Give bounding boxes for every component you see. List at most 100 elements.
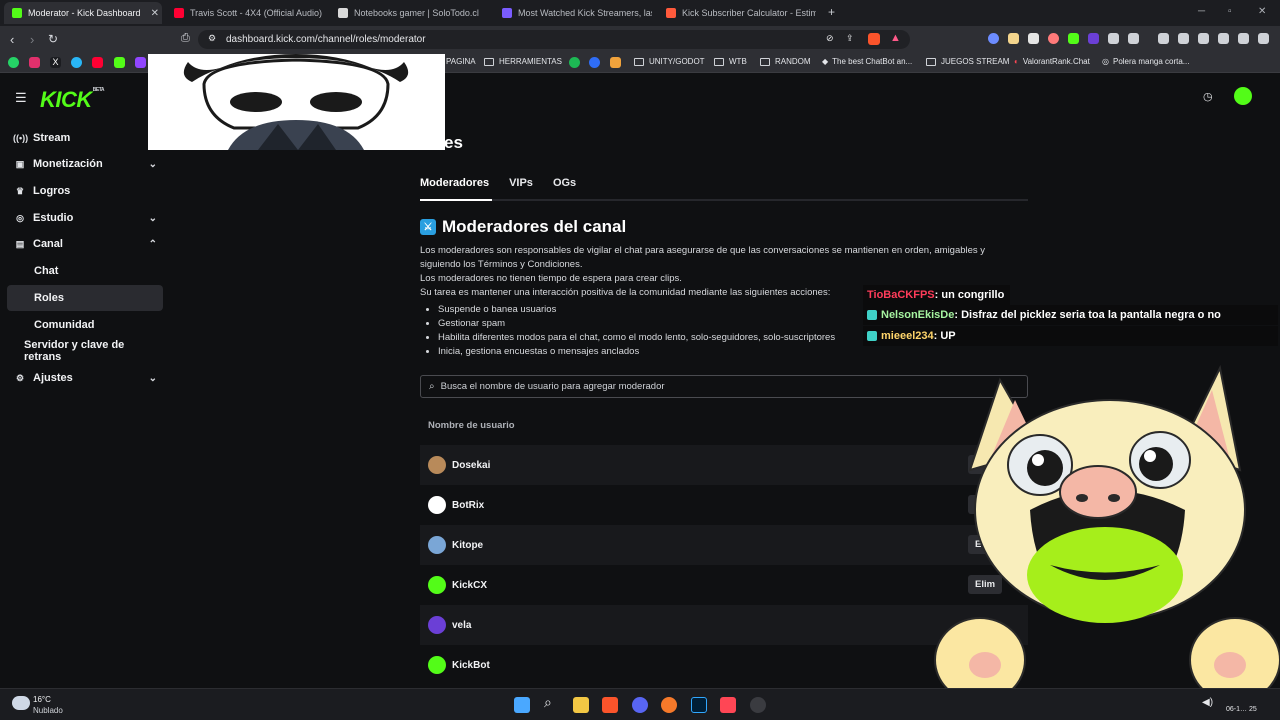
username[interactable]: KickCX bbox=[452, 580, 487, 591]
bookmark-icon[interactable] bbox=[589, 57, 600, 68]
hamburger-menu-icon[interactable]: ☰ bbox=[15, 90, 27, 106]
bookmark-random[interactable]: RANDOM bbox=[760, 57, 811, 66]
valorant-icon[interactable] bbox=[720, 697, 736, 713]
avatar[interactable] bbox=[1234, 87, 1252, 105]
sidebar-item-estudio[interactable]: ◎ Estudio ⌄ bbox=[7, 205, 163, 231]
twitch-icon[interactable] bbox=[135, 57, 146, 68]
back-icon[interactable]: ‹ bbox=[10, 32, 14, 47]
bookmark-pagina[interactable]: PAGINA bbox=[446, 57, 476, 66]
kick-logo[interactable]: KICKBETA bbox=[40, 87, 105, 113]
address-bar[interactable]: ⚙ dashboard.kick.com/channel/roles/moder… bbox=[198, 30, 910, 49]
username[interactable]: Dosekai bbox=[452, 460, 490, 471]
bookmark-chatbot[interactable]: ◆ The best ChatBot an... bbox=[822, 57, 912, 66]
forward-icon[interactable]: › bbox=[30, 32, 34, 47]
share-icon[interactable]: ⇪ bbox=[846, 33, 854, 44]
search-icon: ⌕ bbox=[429, 381, 435, 392]
sidebar-item-ajustes[interactable]: ⚙ Ajustes ⌄ bbox=[7, 365, 163, 391]
youtube-favicon-icon bbox=[174, 8, 184, 18]
menu-icon[interactable] bbox=[1258, 33, 1269, 44]
sidebar-item-servidor[interactable]: Servidor y clave de retrans bbox=[7, 338, 163, 364]
extension-icon[interactable] bbox=[1048, 33, 1059, 44]
bookmark-icon[interactable] bbox=[569, 57, 580, 68]
extension-icon[interactable] bbox=[1068, 33, 1079, 44]
trophy-icon: ♛ bbox=[15, 185, 25, 196]
list-item: Suspende o banea usuarios bbox=[438, 303, 835, 317]
kick-icon[interactable] bbox=[114, 57, 125, 68]
shield-icon[interactable] bbox=[1238, 33, 1249, 44]
list-item: Gestionar spam bbox=[438, 317, 835, 331]
close-window-button[interactable]: ✕ bbox=[1258, 6, 1266, 17]
app-icon[interactable] bbox=[750, 697, 766, 713]
username[interactable]: KickBot bbox=[452, 660, 490, 671]
bookmark-unity-godot[interactable]: UNITY/GODOT bbox=[634, 57, 705, 66]
roles-tabs: Moderadores VIPs OGs bbox=[420, 177, 576, 189]
username[interactable]: BotRix bbox=[452, 500, 484, 511]
search-icon[interactable]: ⌕ bbox=[544, 694, 552, 711]
bookmark-herramientas[interactable]: HERRAMIENTAS bbox=[484, 57, 562, 66]
extension-icon[interactable] bbox=[988, 33, 999, 44]
volume-icon[interactable]: ◀) bbox=[1202, 697, 1213, 708]
instagram-icon[interactable] bbox=[29, 57, 40, 68]
sidebar-item-comunidad[interactable]: Comunidad bbox=[7, 312, 163, 338]
sidebar-item-label: Comunidad bbox=[34, 319, 95, 331]
photoshop-icon[interactable] bbox=[691, 697, 707, 713]
notifications-icon[interactable]: ◷ bbox=[1203, 90, 1213, 103]
bookmark-icon[interactable] bbox=[610, 57, 621, 68]
discord-icon[interactable] bbox=[632, 697, 648, 713]
extension-icon[interactable] bbox=[1008, 33, 1019, 44]
new-tab-button[interactable]: + bbox=[828, 5, 835, 19]
clock[interactable]: 06-1… 25 bbox=[1226, 706, 1257, 713]
tab-moderator[interactable]: Moderator - Kick Dashboard ✕ bbox=[4, 2, 162, 24]
close-tab-icon[interactable]: ✕ bbox=[141, 8, 159, 19]
reload-icon[interactable]: ↻ bbox=[48, 32, 58, 46]
tab-ogs[interactable]: OGs bbox=[553, 177, 576, 189]
sidebar-item-roles[interactable]: Roles bbox=[7, 285, 163, 311]
brave-icon[interactable] bbox=[602, 697, 618, 713]
extension-icon[interactable] bbox=[1128, 33, 1139, 44]
chatbot-icon: ◆ bbox=[822, 57, 829, 66]
vpn-icon[interactable] bbox=[1218, 33, 1229, 44]
tab-youtube[interactable]: Travis Scott - 4X4 (Official Audio) bbox=[166, 2, 324, 24]
extension-icon[interactable] bbox=[1108, 33, 1119, 44]
sidebar-item-logros[interactable]: ♛ Logros bbox=[7, 178, 163, 204]
blender-icon[interactable] bbox=[661, 697, 677, 713]
file-explorer-icon[interactable] bbox=[573, 697, 589, 713]
brave-shields-icon[interactable] bbox=[868, 33, 880, 45]
section-title: Moderadores del canal bbox=[442, 217, 627, 236]
privacy-icon[interactable]: ⊘ bbox=[826, 33, 834, 44]
x-icon[interactable]: X bbox=[50, 57, 61, 68]
youtube-icon[interactable] bbox=[92, 57, 103, 68]
cloud-icon[interactable] bbox=[71, 57, 82, 68]
sidebar-item-chat[interactable]: Chat bbox=[7, 258, 163, 284]
description-line: Los moderadores no tienen tiempo de espe… bbox=[420, 273, 682, 284]
tab-moderadores[interactable]: Moderadores bbox=[420, 177, 489, 189]
tab-calculator[interactable]: Kick Subscriber Calculator - Estimate bbox=[658, 2, 816, 24]
sidebar-item-monetizacion[interactable]: ▣ Monetización ⌄ bbox=[7, 151, 163, 177]
tab-vips[interactable]: VIPs bbox=[509, 177, 533, 189]
bookmark-polera[interactable]: ◎ Polera manga corta... bbox=[1102, 57, 1189, 66]
username[interactable]: vela bbox=[452, 620, 471, 631]
sidebar-icon[interactable] bbox=[1178, 33, 1189, 44]
sidebar-item-stream[interactable]: ((•)) Stream bbox=[7, 125, 163, 151]
username[interactable]: Kitope bbox=[452, 540, 483, 551]
tab-solotodo[interactable]: Notebooks gamer | SoloTodo.cl bbox=[330, 2, 488, 24]
weather-icon[interactable] bbox=[12, 696, 30, 710]
chevron-down-icon: ⌄ bbox=[148, 212, 157, 224]
wallet-icon[interactable] bbox=[1198, 33, 1209, 44]
whatsapp-icon[interactable] bbox=[8, 57, 19, 68]
extension-icon[interactable] bbox=[1028, 33, 1039, 44]
site-info-icon[interactable]: ⚙ bbox=[208, 33, 216, 44]
brave-rewards-icon[interactable]: ▲ bbox=[890, 32, 901, 44]
maximize-button[interactable]: ▫ bbox=[1228, 6, 1232, 17]
minimize-button[interactable]: ─ bbox=[1198, 6, 1205, 17]
windows-start-icon[interactable] bbox=[514, 697, 530, 713]
extension-icon[interactable] bbox=[1088, 33, 1099, 44]
bookmark-juegos-stream[interactable]: JUEGOS STREAM bbox=[926, 57, 1009, 66]
sidebar-item-canal[interactable]: ▤ Canal ⌃ bbox=[7, 231, 163, 257]
bookmark-wtb[interactable]: WTB bbox=[714, 57, 747, 66]
description-line: Su tarea es mantener una interacción pos… bbox=[420, 287, 831, 298]
bookmark-valorantrank[interactable]: ◐ ValorantRank.Chat bbox=[1014, 57, 1090, 66]
media-icon[interactable] bbox=[1158, 33, 1169, 44]
tab-streamers[interactable]: Most Watched Kick Streamers, last 7 bbox=[494, 2, 652, 24]
bookmark-icon[interactable]: ⎙ bbox=[181, 32, 190, 45]
